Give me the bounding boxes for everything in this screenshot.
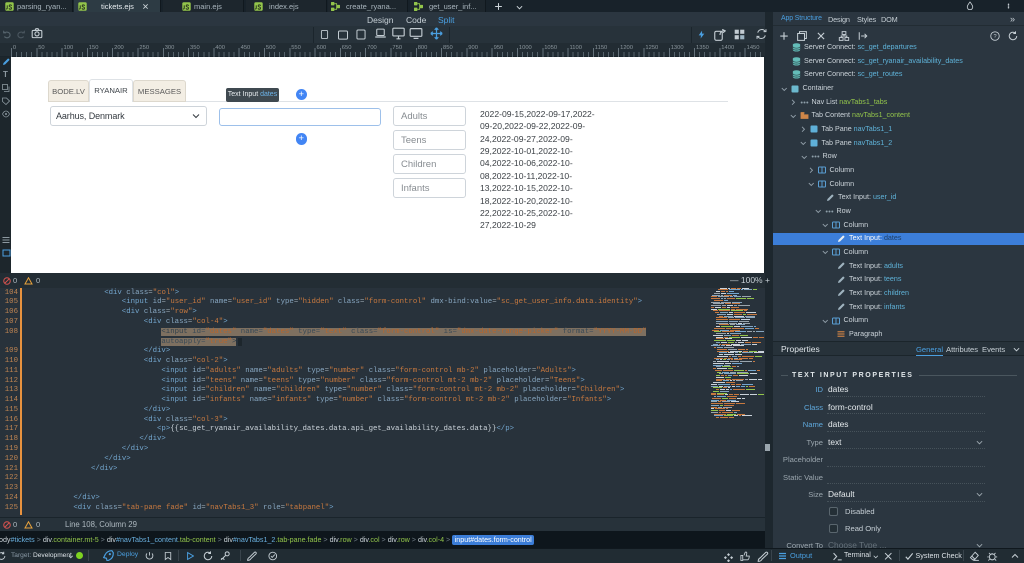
svg-text:?: ? bbox=[993, 33, 996, 39]
